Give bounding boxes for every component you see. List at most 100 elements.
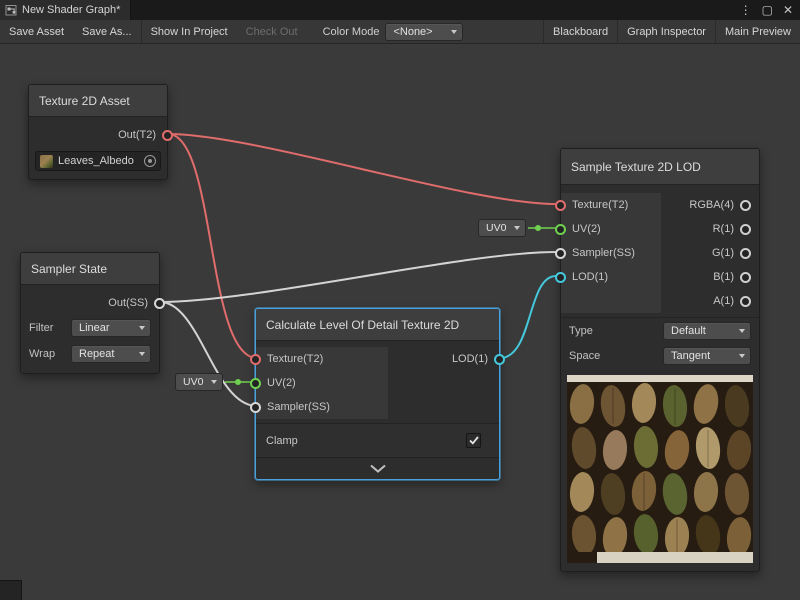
port-label: RGBA(4) bbox=[689, 199, 734, 211]
space-value: Tangent bbox=[671, 350, 710, 362]
clamp-label: Clamp bbox=[266, 435, 298, 447]
close-icon[interactable]: ✕ bbox=[783, 3, 793, 17]
sample-r-out-port[interactable] bbox=[740, 224, 751, 235]
port-label: Texture(T2) bbox=[267, 353, 323, 365]
node-sampler-state[interactable]: Sampler State Out(SS) Filter Linear Wrap… bbox=[20, 252, 160, 374]
port-label: Out(SS) bbox=[108, 297, 148, 309]
port-label: UV(2) bbox=[267, 377, 296, 389]
wrap-label: Wrap bbox=[29, 348, 55, 360]
calc-uv-in-port[interactable] bbox=[250, 378, 261, 389]
port-label: LOD(1) bbox=[572, 271, 608, 283]
output-ports: LOD(1) bbox=[444, 347, 499, 419]
node-calculate-lod[interactable]: Calculate Level Of Detail Texture 2D Tex… bbox=[255, 308, 500, 480]
uv0-dot-sample bbox=[535, 225, 541, 231]
node-sample-texture-2d-lod[interactable]: Sample Texture 2D LOD Texture(T2) UV(2) … bbox=[560, 148, 760, 572]
filter-label: Filter bbox=[29, 322, 53, 334]
clamp-checkbox[interactable] bbox=[466, 433, 481, 448]
port-label: Texture(T2) bbox=[572, 199, 628, 211]
color-mode-label: Color Mode bbox=[307, 26, 386, 38]
uv0-dot-calc bbox=[235, 379, 241, 385]
output-ports: RGBA(4) R(1) G(1) B(1) A(1) bbox=[661, 193, 759, 313]
type-value: Default bbox=[671, 325, 706, 337]
port-row: R(1) bbox=[661, 217, 759, 241]
port-row: Out(T2) bbox=[29, 123, 167, 147]
type-label: Type bbox=[569, 325, 593, 337]
input-ports: Texture(T2) UV(2) Sampler(SS) LOD(1) bbox=[561, 193, 661, 313]
port-row: Texture(T2) bbox=[256, 347, 388, 371]
wire-texture-to-calc[interactable] bbox=[168, 134, 257, 358]
texture-object-field[interactable]: Leaves_Albedo bbox=[35, 151, 161, 171]
port-label: UV(2) bbox=[572, 223, 601, 235]
ports-section: Texture(T2) UV(2) Sampler(SS) LOD(1) bbox=[256, 341, 499, 423]
object-field-row: Leaves_Albedo bbox=[29, 147, 167, 179]
sample-b-out-port[interactable] bbox=[740, 272, 751, 283]
calc-lod-out-port[interactable] bbox=[494, 354, 505, 365]
wire-sampler-to-sample[interactable] bbox=[160, 252, 556, 302]
color-mode-value: <None> bbox=[393, 26, 432, 38]
port-row: Sampler(SS) bbox=[256, 395, 388, 419]
texture-thumbnail bbox=[40, 155, 53, 168]
caret-down-icon bbox=[451, 30, 457, 34]
tab-title: New Shader Graph* bbox=[22, 4, 120, 16]
sample-g-out-port[interactable] bbox=[740, 248, 751, 259]
window-controls: ⋮ ▢ ✕ bbox=[740, 0, 800, 20]
node-title[interactable]: Calculate Level Of Detail Texture 2D bbox=[256, 309, 499, 341]
collapse-button[interactable] bbox=[256, 457, 499, 479]
wrap-value: Repeat bbox=[79, 348, 114, 360]
sample-sampler-in-port[interactable] bbox=[555, 248, 566, 259]
window-tab[interactable]: New Shader Graph* bbox=[0, 0, 131, 20]
sample-uv-in-port[interactable] bbox=[555, 224, 566, 235]
port-row: LOD(1) bbox=[561, 265, 661, 289]
clamp-row: Clamp bbox=[256, 423, 499, 457]
main-preview-button[interactable]: Main Preview bbox=[716, 20, 800, 43]
menu-icon[interactable]: ⋮ bbox=[740, 3, 752, 17]
port-row: Sampler(SS) bbox=[561, 241, 661, 265]
save-as-button[interactable]: Save As... bbox=[73, 20, 141, 43]
wire-texture-to-sample[interactable] bbox=[168, 134, 556, 204]
sample-a-out-port[interactable] bbox=[740, 296, 751, 307]
port-label: Sampler(SS) bbox=[572, 247, 635, 259]
port-row: Texture(T2) bbox=[561, 193, 661, 217]
uv-channel-dropdown-calc[interactable]: UV0 bbox=[175, 373, 223, 391]
node-title[interactable]: Sample Texture 2D LOD bbox=[561, 149, 759, 185]
show-in-project-button[interactable]: Show In Project bbox=[142, 20, 237, 43]
title-bar: New Shader Graph* ⋮ ▢ ✕ bbox=[0, 0, 800, 20]
calc-sampler-in-port[interactable] bbox=[250, 402, 261, 413]
maximize-icon[interactable]: ▢ bbox=[762, 3, 773, 17]
caret-down-icon bbox=[139, 352, 145, 356]
sample-texture-in-port[interactable] bbox=[555, 200, 566, 211]
color-mode-dropdown[interactable]: <None> bbox=[385, 23, 463, 41]
input-ports: Texture(T2) UV(2) Sampler(SS) bbox=[256, 347, 388, 419]
port-row: LOD(1) bbox=[444, 347, 499, 371]
blackboard-button[interactable]: Blackboard bbox=[544, 20, 617, 43]
space-dropdown[interactable]: Tangent bbox=[663, 347, 751, 365]
node-title[interactable]: Texture 2D Asset bbox=[29, 85, 167, 117]
node-title[interactable]: Sampler State bbox=[21, 253, 159, 285]
port-row: B(1) bbox=[661, 265, 759, 289]
texture-asset-out-port[interactable] bbox=[162, 130, 173, 141]
sample-rgba-out-port[interactable] bbox=[740, 200, 751, 211]
space-label: Space bbox=[569, 350, 600, 362]
uv-channel-dropdown-sample[interactable]: UV0 bbox=[478, 219, 526, 237]
object-picker-icon[interactable] bbox=[144, 155, 156, 167]
caret-down-icon bbox=[139, 326, 145, 330]
port-label: G(1) bbox=[712, 247, 734, 259]
port-row: RGBA(4) bbox=[661, 193, 759, 217]
sample-lod-in-port[interactable] bbox=[555, 272, 566, 283]
caret-down-icon bbox=[211, 380, 217, 384]
type-dropdown[interactable]: Default bbox=[663, 322, 751, 340]
sampler-out-port[interactable] bbox=[154, 298, 165, 309]
wire-lod-to-sample[interactable] bbox=[500, 276, 556, 358]
toolbar: Save Asset Save As... Show In Project Ch… bbox=[0, 20, 800, 44]
filter-dropdown[interactable]: Linear bbox=[71, 319, 151, 337]
graph-inspector-button[interactable]: Graph Inspector bbox=[618, 20, 715, 43]
dock-corner bbox=[0, 580, 22, 600]
wrap-dropdown[interactable]: Repeat bbox=[71, 345, 151, 363]
save-asset-button[interactable]: Save Asset bbox=[0, 20, 73, 43]
port-row: A(1) bbox=[661, 289, 759, 313]
caret-down-icon bbox=[739, 329, 745, 333]
port-label: B(1) bbox=[713, 271, 734, 283]
calc-texture-in-port[interactable] bbox=[250, 354, 261, 365]
port-label: Out(T2) bbox=[118, 129, 156, 141]
node-texture-2d-asset[interactable]: Texture 2D Asset Out(T2) Leaves_Albedo bbox=[28, 84, 168, 180]
